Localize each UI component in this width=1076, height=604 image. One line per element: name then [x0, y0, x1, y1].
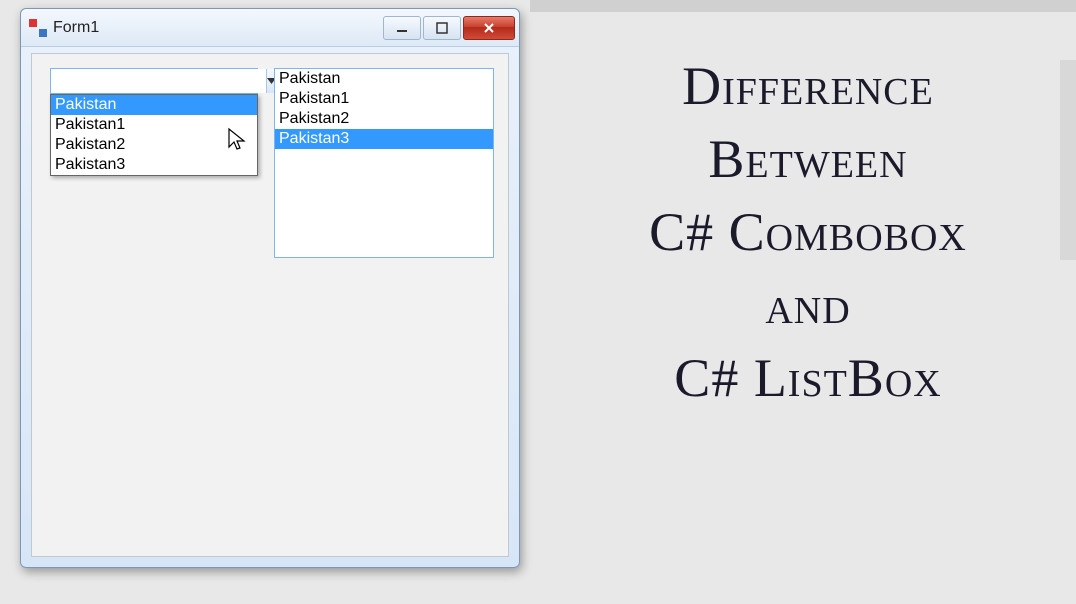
- combobox-dropdown[interactable]: Pakistan Pakistan1 Pakistan2 Pakistan3: [50, 94, 258, 176]
- app-icon: [29, 19, 47, 37]
- maximize-icon: [436, 22, 448, 34]
- listbox-item[interactable]: Pakistan3: [275, 129, 493, 149]
- listbox-item[interactable]: Pakistan1: [275, 89, 493, 109]
- background-stripe: [1060, 60, 1076, 260]
- background-stripe: [530, 0, 1076, 12]
- combobox-item[interactable]: Pakistan1: [51, 115, 257, 135]
- combobox-input[interactable]: [51, 69, 266, 93]
- close-button[interactable]: [463, 16, 515, 40]
- combobox[interactable]: [50, 68, 258, 94]
- maximize-button[interactable]: [423, 16, 461, 40]
- window-title: Form1: [53, 19, 383, 37]
- form-client-area: Pakistan Pakistan1 Pakistan2 Pakistan3 P…: [31, 53, 509, 557]
- listbox[interactable]: Pakistan Pakistan1 Pakistan2 Pakistan3: [274, 68, 494, 258]
- title-line: C# ListBox: [560, 342, 1056, 415]
- title-line: C# Combobox: [560, 196, 1056, 269]
- titlebar[interactable]: Form1: [21, 9, 519, 47]
- title-line: Difference: [560, 50, 1056, 123]
- minimize-button[interactable]: [383, 16, 421, 40]
- minimize-icon: [396, 22, 408, 34]
- combobox-item[interactable]: Pakistan3: [51, 155, 257, 175]
- listbox-item[interactable]: Pakistan2: [275, 109, 493, 129]
- title-line: Between: [560, 123, 1056, 196]
- close-icon: [482, 21, 496, 35]
- title-line: and: [560, 269, 1056, 342]
- listbox-item[interactable]: Pakistan: [275, 69, 493, 89]
- combobox-item[interactable]: Pakistan: [51, 95, 257, 115]
- slide-title: Difference Between C# Combobox and C# Li…: [560, 50, 1056, 414]
- window-buttons: [383, 16, 515, 40]
- combobox-item[interactable]: Pakistan2: [51, 135, 257, 155]
- form-window: Form1 Pakistan Pakistan1 Pakistan2 Pakis…: [20, 8, 520, 568]
